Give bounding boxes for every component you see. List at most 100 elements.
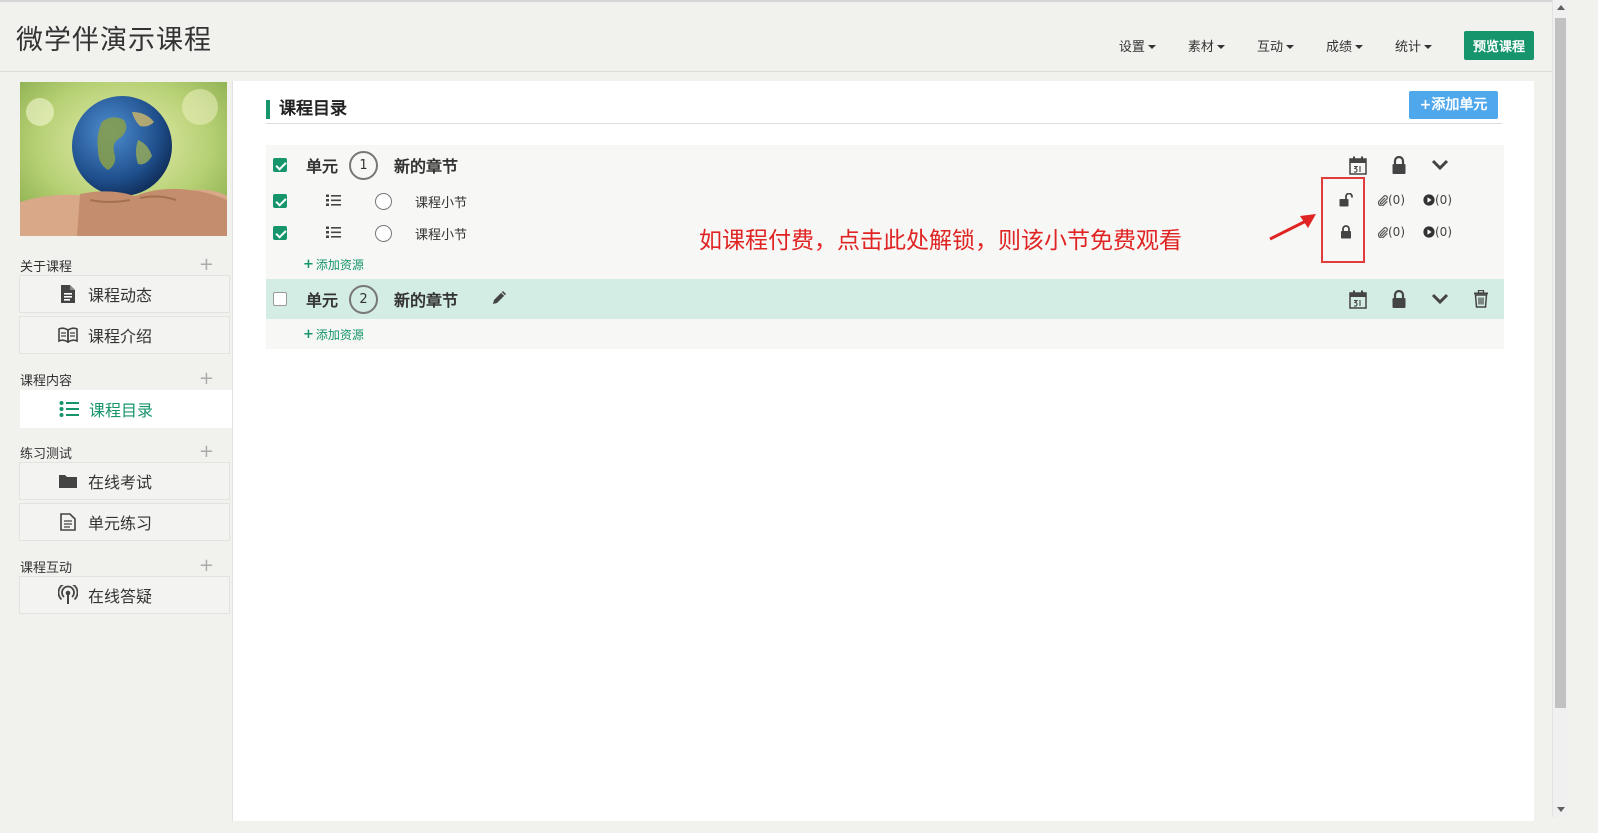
catalog-header: 课程目录 <box>266 100 1502 124</box>
document-icon <box>58 284 78 304</box>
expand-plus-icon[interactable]: + <box>199 555 214 576</box>
sidebar-item-label: 课程介绍 <box>88 327 153 346</box>
add-resource-label: 添加资源 <box>315 257 364 272</box>
course-cover-image <box>20 82 227 236</box>
video-count-value: (0) <box>1435 193 1452 207</box>
page-scrollbar[interactable] <box>1552 0 1568 817</box>
list-bullets-icon <box>326 224 341 243</box>
lesson-radio[interactable] <box>375 192 392 210</box>
lesson-name[interactable]: 课程小节 <box>415 224 467 243</box>
sidebar-item-course-catalog[interactable]: 课程目录 <box>20 390 232 428</box>
nav-materials[interactable]: 素材 <box>1188 36 1225 55</box>
attachment-count[interactable]: (0) <box>1377 225 1405 239</box>
unit-number: 2 <box>349 284 379 314</box>
sidebar-item-course-intro[interactable]: 课程介绍 <box>19 316 230 354</box>
video-count[interactable]: (0) <box>1423 225 1452 239</box>
chapter-name[interactable]: 新的章节 <box>394 153 458 177</box>
lesson-radio[interactable] <box>375 224 392 242</box>
expand-plus-icon[interactable]: + <box>199 254 214 275</box>
chapter-name[interactable]: 新的章节 <box>394 287 458 311</box>
lesson-name[interactable]: 课程小节 <box>415 192 467 211</box>
calendar-icon[interactable] <box>1348 289 1368 309</box>
lesson-checkbox[interactable] <box>273 194 287 208</box>
unit-actions <box>1348 289 1512 309</box>
top-header: 微学伴演示课程 设置 素材 互动 成绩 统计 预览课程 <box>0 0 1552 72</box>
video-count[interactable]: (0) <box>1423 193 1452 207</box>
caret-down-icon <box>1423 45 1432 49</box>
caret-down-icon <box>1147 45 1156 49</box>
pencil-icon[interactable] <box>491 289 508 310</box>
nav-grades[interactable]: 成绩 <box>1326 36 1363 55</box>
caret-down-icon <box>1354 45 1363 49</box>
scroll-down-icon[interactable] <box>1557 807 1565 812</box>
lock-icon[interactable] <box>1389 155 1409 175</box>
unit-checkbox[interactable] <box>273 158 287 172</box>
nav-statistics[interactable]: 统计 <box>1395 36 1432 55</box>
unit-row: 单元 1 新的章节 <box>266 145 1504 185</box>
list-icon <box>59 399 79 419</box>
unit-actions <box>1348 155 1471 175</box>
annotation-highlight-box <box>1321 177 1365 263</box>
nav-settings-label: 设置 <box>1118 40 1145 55</box>
section-title: 课程内容 <box>20 374 73 389</box>
play-icon <box>1423 194 1435 206</box>
unit-checkbox[interactable] <box>273 292 287 306</box>
preview-course-button[interactable]: 预览课程 <box>1463 31 1534 60</box>
add-resource-link[interactable]: + 添加资源 <box>266 319 1504 349</box>
expand-plus-icon[interactable]: + <box>199 441 214 462</box>
section-title: 关于课程 <box>20 260 73 275</box>
section-about-course: 关于课程 + <box>20 254 230 275</box>
sidebar-item-label: 课程目录 <box>89 401 154 420</box>
paperclip-icon <box>1377 226 1388 238</box>
add-unit-button[interactable]: +添加单元 <box>1409 91 1498 119</box>
file-icon <box>58 512 78 532</box>
unit-number: 1 <box>349 150 379 180</box>
annotation-text: 如课程付费，点击此处解锁，则该小节免费观看 <box>699 228 1182 254</box>
sidebar-item-label: 课程动态 <box>88 286 153 305</box>
sidebar: 关于课程 + 课程动态 课程介绍 课程内容 + 课程目录 练习测试 + 在线考试 <box>0 72 232 817</box>
caret-down-icon <box>1216 45 1225 49</box>
scroll-up-icon[interactable] <box>1557 5 1565 10</box>
sidebar-item-online-exam[interactable]: 在线考试 <box>19 462 230 500</box>
top-nav: 设置 素材 互动 成绩 统计 预览课程 <box>1119 31 1534 60</box>
plus-icon: + <box>303 326 314 342</box>
earth-in-hands-image <box>20 82 227 236</box>
attachment-count[interactable]: (0) <box>1377 193 1405 207</box>
unit-block-2: 单元 2 新的章节 + 添加资源 <box>266 279 1504 349</box>
sidebar-item-label: 在线答疑 <box>88 587 153 606</box>
unit-label: 单元 <box>306 157 339 176</box>
list-bullets-icon <box>326 192 341 211</box>
calendar-icon[interactable] <box>1348 155 1368 175</box>
lesson-row: 课程小节 (0) (0) <box>266 185 1504 217</box>
nav-interaction-label: 互动 <box>1256 40 1283 55</box>
paperclip-icon <box>1377 194 1388 206</box>
caret-down-icon <box>1285 45 1294 49</box>
scroll-thumb[interactable] <box>1555 18 1566 708</box>
section-practice-test: 练习测试 + <box>20 441 230 462</box>
sidebar-item-online-qa[interactable]: 在线答疑 <box>19 576 230 614</box>
video-count-value: (0) <box>1435 225 1452 239</box>
trash-icon[interactable] <box>1471 289 1491 309</box>
page-title: 课程目录 <box>266 100 347 119</box>
nav-settings[interactable]: 设置 <box>1119 36 1156 55</box>
lesson-checkbox[interactable] <box>273 226 287 240</box>
lock-icon[interactable] <box>1389 289 1409 309</box>
broadcast-icon <box>58 585 78 605</box>
add-resource-label: 添加资源 <box>315 327 364 342</box>
unit-label: 单元 <box>306 291 339 310</box>
play-icon <box>1423 226 1435 238</box>
section-title: 课程互动 <box>20 561 73 576</box>
chevron-down-icon[interactable] <box>1430 289 1450 309</box>
chevron-down-icon[interactable] <box>1430 155 1450 175</box>
expand-plus-icon[interactable]: + <box>199 368 214 389</box>
sidebar-item-label: 在线考试 <box>88 473 153 492</box>
sidebar-item-unit-practice[interactable]: 单元练习 <box>19 503 230 541</box>
nav-interaction[interactable]: 互动 <box>1257 36 1294 55</box>
unit-block-1: 单元 1 新的章节 课程小节 (0) (0) 课程小节 (0) (0) + 添加… <box>266 145 1504 279</box>
annotation-arrow-icon <box>1269 214 1316 241</box>
sidebar-item-course-news[interactable]: 课程动态 <box>19 275 230 313</box>
unit-row: 单元 2 新的章节 <box>266 279 1504 319</box>
nav-statistics-label: 统计 <box>1394 40 1421 55</box>
section-course-interaction: 课程互动 + <box>20 555 230 576</box>
plus-icon: + <box>303 256 314 272</box>
